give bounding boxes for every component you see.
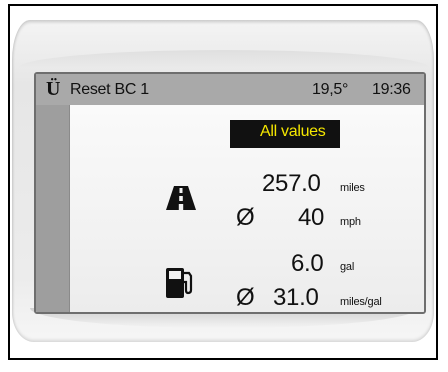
menu-symbol: Ü [46, 78, 61, 100]
avg-speed-unit: mph [340, 216, 361, 228]
tab-all-values-label: All values [260, 123, 326, 140]
fuel-pump-icon [166, 268, 194, 298]
title-bar: Ü Reset BC 1 19,5° 19:36 [36, 74, 424, 106]
avg-consumption-unit: miles/gal [340, 296, 382, 308]
fuel-used-value: 6.0 [291, 250, 324, 277]
avg-consumption-symbol: Ø [236, 284, 255, 311]
avg-speed-value: 40 [298, 204, 325, 231]
road-icon [166, 186, 196, 210]
trip-computer-screen: Ü Reset BC 1 19,5° 19:36 All values 257.… [34, 72, 426, 314]
page-title: Reset BC 1 [70, 81, 149, 98]
side-strip [36, 105, 70, 312]
avg-consumption-value: 31.0 [273, 284, 319, 311]
distance-unit: miles [340, 182, 365, 194]
distance-value: 257.0 [262, 170, 321, 197]
display-frame: Ü Reset BC 1 19,5° 19:36 All values 257.… [8, 4, 438, 360]
avg-speed-symbol: Ø [236, 204, 255, 231]
fuel-used-unit: gal [340, 261, 355, 273]
outside-temperature: 19,5° [312, 81, 349, 98]
clock: 19:36 [372, 81, 411, 98]
tab-all-values[interactable]: All values [230, 120, 340, 148]
